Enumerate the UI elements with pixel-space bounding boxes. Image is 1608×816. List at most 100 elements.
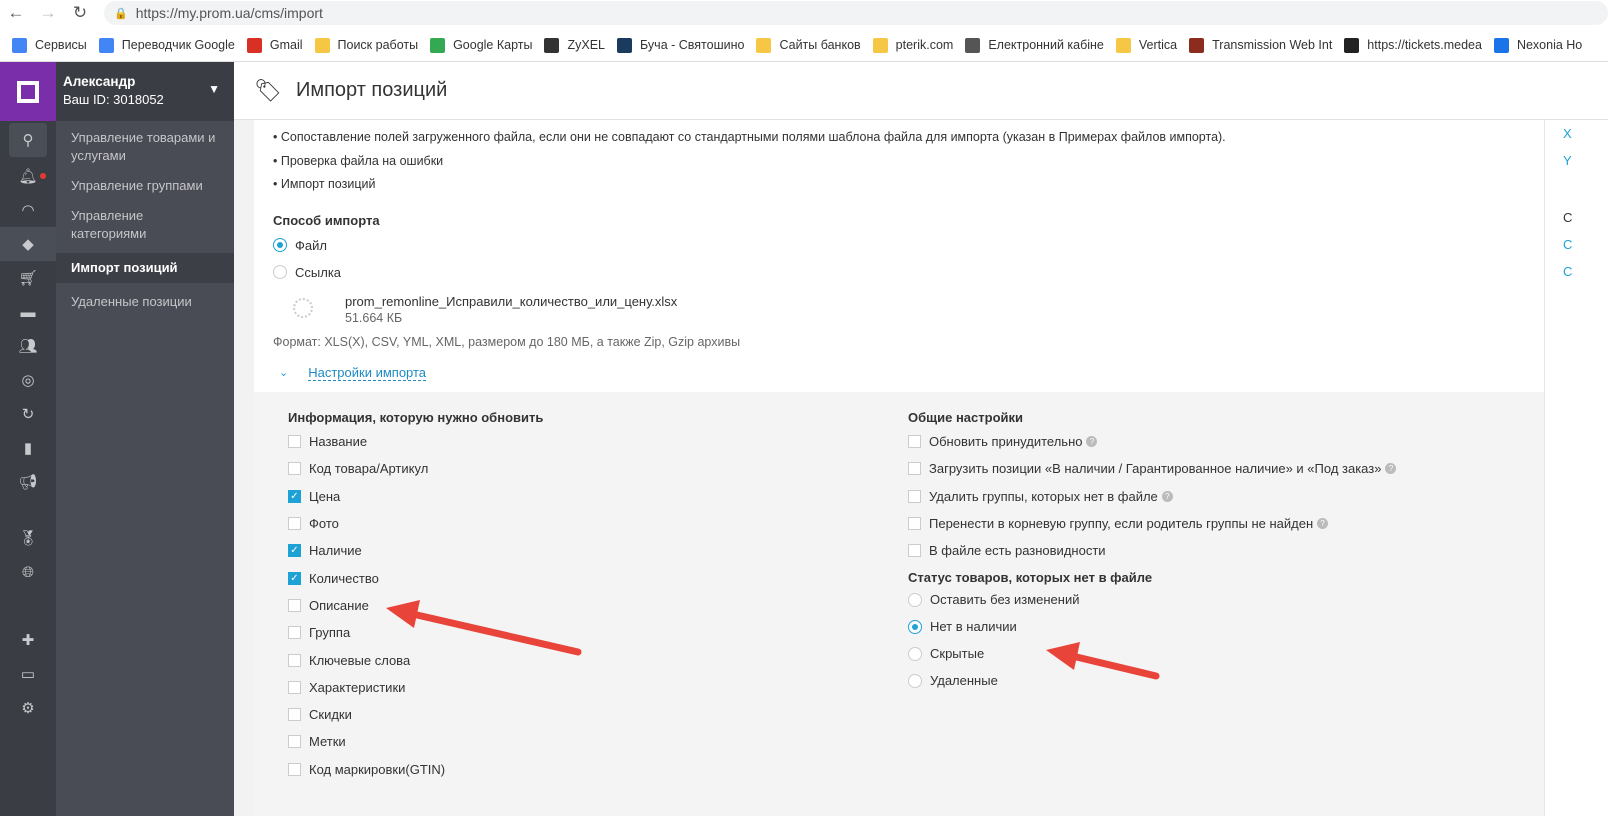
bookmark-item[interactable]: Gmail (246, 37, 303, 53)
general-setting-option[interactable]: Загрузить позиции «В наличии / Гарантиро… (908, 455, 1397, 482)
general-setting-option[interactable]: Обновить принудительно? (908, 428, 1396, 455)
globe-icon[interactable]: 🌐︎ (0, 555, 56, 589)
back-icon[interactable]: ← (0, 0, 32, 26)
checkbox[interactable]: ✓ (288, 489, 301, 503)
bookmark-item[interactable]: Сервисы (12, 37, 87, 53)
page-title: Импорт позиций (295, 79, 448, 101)
radio-button[interactable] (273, 238, 287, 252)
radio-button[interactable] (908, 646, 922, 661)
bookmark-item[interactable]: Буча - Святошино (617, 37, 744, 53)
checkbox[interactable] (288, 735, 301, 749)
settings-toggle-label[interactable]: Настройки импорта (308, 365, 427, 381)
right-panel-link[interactable]: С (1545, 204, 1608, 231)
checkbox[interactable] (908, 462, 921, 476)
award-icon[interactable]: 🏅︎ (0, 521, 56, 555)
radio-button[interactable] (908, 673, 922, 688)
subnav-item[interactable]: Управление категориями (56, 201, 234, 249)
bookmark-item[interactable]: Google Карты (430, 37, 532, 53)
update-field-option[interactable]: ✓ Наличие (288, 537, 543, 564)
help-icon[interactable]: ? (1317, 518, 1329, 530)
update-field-option[interactable]: Код маркировки(GTIN) (288, 756, 543, 783)
status-option[interactable]: Нет в наличии (908, 613, 1396, 640)
checkbox[interactable] (288, 598, 301, 612)
checkbox[interactable] (288, 517, 301, 531)
help-icon[interactable]: ? (1161, 490, 1173, 502)
update-field-option[interactable]: Характеристики (288, 674, 543, 701)
prom-logo[interactable] (0, 62, 56, 121)
radio-button[interactable] (908, 592, 922, 607)
stats-icon[interactable]: ▮ (0, 431, 56, 465)
general-setting-option[interactable]: Удалить группы, которых нет в файле? (908, 483, 1396, 510)
bookmark-item[interactable]: Сайты банков (756, 37, 861, 53)
bookmark-item[interactable]: pterik.com (872, 37, 953, 53)
subnav-item[interactable]: Импорт позиций (56, 253, 234, 283)
status-label: Статус товаров, которых нет в файле (908, 570, 1153, 586)
status-option[interactable]: Оставить без изменений (908, 586, 1396, 613)
megaphone-icon[interactable]: 📢︎ (0, 465, 56, 499)
checkbox[interactable] (908, 435, 921, 449)
checkbox[interactable] (908, 489, 921, 503)
bookmark-item[interactable]: Поиск работы (314, 37, 418, 53)
import-method-option[interactable]: Ссылка (273, 259, 1525, 286)
help-icon[interactable]: ? (1086, 436, 1098, 448)
dashboard-icon[interactable]: ◠ (0, 193, 56, 227)
user-menu[interactable]: Александр Ваш ID: 3018052 ▼ (56, 62, 234, 121)
forward-icon[interactable]: → (32, 0, 64, 26)
bookmark-item[interactable]: Nexonia Ho (1493, 37, 1582, 53)
checkbox[interactable] (288, 653, 301, 667)
cart-icon[interactable]: 🛒︎ (0, 261, 56, 295)
tag-icon[interactable]: ◆ (0, 227, 56, 261)
bell-icon[interactable]: 🔔︎ (0, 159, 56, 193)
update-field-option[interactable]: Название (288, 428, 543, 455)
checkbox[interactable] (288, 680, 301, 694)
checkbox-label: Код маркировки(GTIN) (309, 761, 446, 777)
bookmark-item[interactable]: ZyXEL (544, 37, 605, 53)
checkbox[interactable] (288, 626, 301, 640)
update-field-option[interactable]: ✓ Цена (288, 483, 543, 510)
right-panel-link[interactable]: Х (1545, 120, 1608, 147)
bookmark-item[interactable]: https://tickets.medea (1344, 37, 1482, 53)
bookmark-item[interactable]: Vertica (1115, 37, 1177, 53)
target-icon[interactable]: ◎ (0, 363, 56, 397)
update-field-option[interactable]: Скидки (288, 701, 543, 728)
bookmark-item[interactable]: Transmission Web Int (1189, 37, 1332, 53)
general-setting-option[interactable]: В файле есть разновидности (908, 537, 1396, 564)
checkbox-label: Описание (309, 597, 369, 613)
chevron-down-icon[interactable]: ▼ (208, 82, 220, 96)
update-field-option[interactable]: Метки (288, 728, 543, 755)
update-field-option[interactable]: ✓ Количество (288, 564, 543, 591)
checkbox[interactable] (288, 462, 301, 476)
subnav-item[interactable]: Удаленные позиции (56, 287, 234, 317)
settings-toggle[interactable]: ⌄ Настройки импорта (279, 365, 1525, 381)
update-field-option[interactable]: Фото (288, 510, 543, 537)
checkbox[interactable] (908, 544, 921, 558)
import-method-option[interactable]: Файл (273, 232, 1525, 259)
update-field-option[interactable]: Код товара/Артикул (288, 455, 543, 482)
subnav-item[interactable]: Управление товарами и услугами (56, 123, 234, 171)
checkbox[interactable] (288, 708, 301, 722)
right-panel-link[interactable]: С (1545, 231, 1608, 258)
address-bar[interactable]: 🔒 https://my.prom.ua/cms/import (104, 1, 1608, 25)
subnav-item[interactable]: Управление группами (56, 171, 234, 201)
store-icon[interactable]: ▭ (0, 657, 56, 691)
right-panel-link[interactable]: С (1545, 258, 1608, 285)
puzzle-icon[interactable]: ✚ (0, 623, 56, 657)
help-icon[interactable]: ? (1385, 463, 1397, 475)
checkbox[interactable] (908, 517, 921, 531)
radio-button[interactable] (908, 619, 922, 634)
bookmark-item[interactable]: Переводчик Google (98, 37, 235, 53)
messages-icon[interactable]: ▬ (0, 295, 56, 329)
checkbox[interactable] (288, 435, 301, 449)
checkbox[interactable]: ✓ (288, 544, 301, 558)
general-setting-option[interactable]: Перенести в корневую группу, если родите… (908, 510, 1396, 537)
customers-icon[interactable]: 👥︎ (0, 329, 56, 363)
gear-icon[interactable]: ⚙ (0, 691, 56, 725)
search-icon[interactable]: ⚲ (9, 123, 47, 157)
refresh-icon[interactable]: ↻ (0, 397, 56, 431)
bookmark-item[interactable]: Електронний кабіне (965, 37, 1104, 53)
checkbox[interactable]: ✓ (288, 571, 301, 585)
radio-button[interactable] (273, 265, 287, 279)
checkbox[interactable] (288, 762, 301, 776)
right-panel-link[interactable]: Y (1545, 147, 1608, 174)
reload-icon[interactable]: ↻ (64, 0, 96, 26)
